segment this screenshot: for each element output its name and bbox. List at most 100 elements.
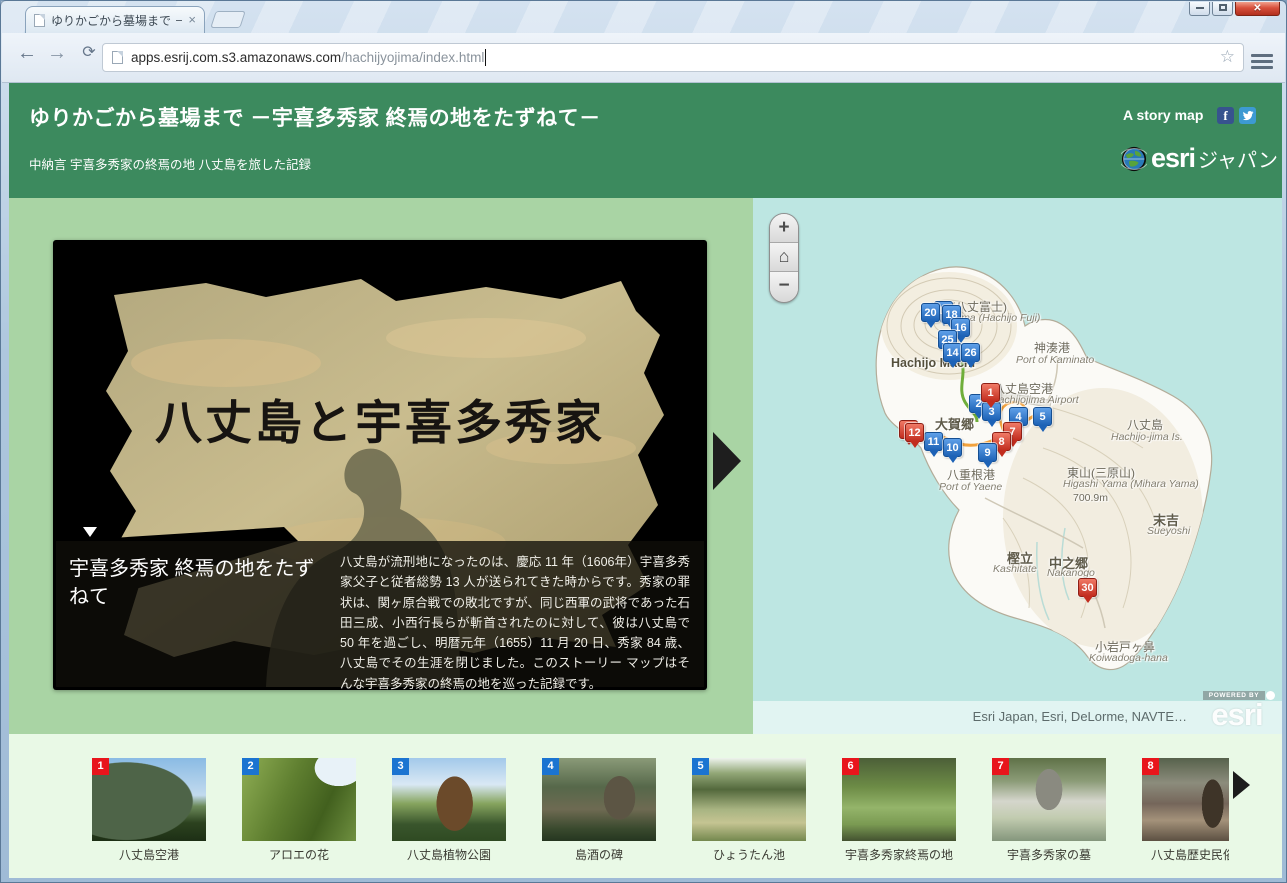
map-marker-12[interactable]: 12 [905, 423, 924, 442]
thumbnail-badge-8: 8 [1142, 758, 1159, 775]
browser-toolbar: ← → ⟳ apps.esrij.com.s3.amazonaws.com/ha… [2, 33, 1285, 83]
thumbnail-caption-7: 宇喜多秀家の墓 [992, 846, 1106, 863]
map-label-en-7: Higashi Yama (Mihara Yama) [1063, 478, 1199, 490]
thumbnail-photo-3[interactable]: 3 [392, 758, 506, 841]
map-marker-5[interactable]: 5 [1033, 407, 1052, 426]
map-marker-30[interactable]: 30 [1078, 578, 1097, 597]
maximize-icon [1219, 4, 1227, 11]
thumbnail-strip: 1 八丈島空港 2 アロエの花 3 八丈島植物公園 4島酒の碑 5 ひょうたん池 6 宇喜多秀家終焉… [9, 734, 1229, 878]
map-label-en-9: Kashitate [993, 563, 1037, 575]
story-slide-frame: 八丈島と宇喜多秀家 宇喜多秀家 終焉の地をたずねて 八丈島が流刑地になったのは、… [53, 240, 707, 690]
caption-title: 宇喜多秀家 終焉の地をたずねて [69, 555, 331, 611]
thumbnail-item-8[interactable]: 8八丈島歴史民俗資 [1142, 758, 1229, 863]
url-domain: apps.esrij.com.s3.amazonaws.com [131, 50, 341, 65]
minimize-button[interactable] [1189, 2, 1210, 16]
map-marker-26[interactable]: 26 [961, 343, 980, 362]
page-title: ゆりかごから墓場まで －宇喜多秀家 終焉の地をたずねて－ [29, 102, 601, 132]
powered-by-esri-logo: POWERED BY esri [1197, 691, 1277, 733]
thumbnail-badge-5: 5 [692, 758, 709, 775]
thumbnail-badge-7: 7 [992, 758, 1009, 775]
thumbnail-badge-1: 1 [92, 758, 109, 775]
thumbnail-item-1[interactable]: 1 八丈島空港 [92, 758, 206, 863]
map-attribution-text: Esri Japan, Esri, DeLorme, NAVTE… [973, 709, 1187, 724]
home-extent-button[interactable]: ⌂ [770, 243, 798, 272]
thumbnail-item-2[interactable]: 2 アロエの花 [242, 758, 356, 863]
minimize-icon [1196, 7, 1204, 9]
thumbnail-badge-4: 4 [542, 758, 559, 775]
thumbnail-carousel: 1 八丈島空港 2 アロエの花 3 八丈島植物公園 4島酒の碑 5 ひょうたん池 6 宇喜多秀家終焉… [9, 734, 1282, 878]
caption-toggle-icon[interactable] [83, 527, 97, 537]
thumbnail-photo-4[interactable]: 4 [542, 758, 656, 841]
text-caret [485, 49, 486, 66]
close-icon: ✕ [1253, 3, 1261, 14]
thumbnail-photo-8[interactable]: 8 [1142, 758, 1229, 841]
web-page: ゆりかごから墓場まで －宇喜多秀家 終焉の地をたずねて－ 中納言 宇喜多秀家の終… [9, 83, 1282, 878]
url-page-icon [112, 51, 123, 64]
map-label-en-11: Koiwadoga-hana [1089, 652, 1168, 664]
map-label-sub-7: 700.9m [1073, 492, 1108, 504]
twitter-share-button[interactable] [1239, 107, 1256, 124]
facebook-icon: f [1223, 108, 1227, 123]
thumbnail-caption-6: 宇喜多秀家終焉の地 [842, 846, 956, 863]
main-area: 八丈島と宇喜多秀家 宇喜多秀家 終焉の地をたずねて 八丈島が流刑地になったのは、… [9, 198, 1282, 734]
page-subtitle: 中納言 宇喜多秀家の終焉の地 八丈島を旅した記録 [29, 154, 311, 173]
reload-button[interactable]: ⟳ [76, 42, 102, 62]
tab-title: ゆりかごから墓場まで － [51, 12, 182, 29]
back-button[interactable]: ← [14, 42, 40, 65]
thumbnail-item-4[interactable]: 4島酒の碑 [542, 758, 656, 863]
browser-window: ✕ ゆりかごから墓場まで － × ← → ⟳ apps.esrij.com.s3… [0, 0, 1287, 883]
map-marker-11[interactable]: 11 [924, 432, 943, 451]
thumbnail-item-6[interactable]: 6 宇喜多秀家終焉の地 [842, 758, 956, 863]
thumbnail-caption-2: アロエの花 [242, 846, 356, 863]
carousel-next-arrow[interactable] [1233, 771, 1250, 799]
thumbnail-item-3[interactable]: 3 八丈島植物公園 [392, 758, 506, 863]
map-label-en-6: Hachijo-jima Is. [1111, 431, 1183, 443]
forward-button[interactable]: → [44, 42, 70, 65]
browser-tab[interactable]: ゆりかごから墓場まで － × [25, 6, 205, 33]
next-slide-arrow[interactable] [713, 432, 741, 490]
thumbnail-item-5[interactable]: 5 ひょうたん池 [692, 758, 806, 863]
story-panel: 八丈島と宇喜多秀家 宇喜多秀家 終焉の地をたずねて 八丈島が流刑地になったのは、… [9, 198, 753, 734]
map-marker-9[interactable]: 9 [978, 443, 997, 462]
thumbnail-caption-3: 八丈島植物公園 [392, 846, 506, 863]
bookmark-star-icon[interactable]: ☆ [1220, 47, 1235, 67]
new-tab-button[interactable] [210, 11, 246, 28]
thumbnail-badge-2: 2 [242, 758, 259, 775]
thumbnail-photo-5[interactable]: 5 [692, 758, 806, 841]
esri-logo-text: esri [1197, 697, 1277, 733]
map-label-jp-4: 大賀郷 [935, 414, 974, 433]
story-map-label[interactable]: A story map [1123, 107, 1203, 123]
slide-title: 八丈島と宇喜多秀家 [155, 396, 605, 451]
thumbnail-caption-5: ひょうたん池 [692, 846, 806, 863]
thumbnail-badge-3: 3 [392, 758, 409, 775]
close-window-button[interactable]: ✕ [1235, 2, 1280, 16]
caption-overlay: 宇喜多秀家 終焉の地をたずねて 八丈島が流刑地になったのは、慶応 11 年（16… [56, 541, 704, 687]
zoom-out-button[interactable]: − [770, 272, 798, 301]
map-marker-14[interactable]: 14 [943, 343, 962, 362]
map-zoom-control: + ⌂ − [769, 213, 799, 303]
map-label-en-8: Sueyoshi [1147, 525, 1190, 537]
caption-text: 八丈島が流刑地になったのは、慶応 11 年（1606年）宇喜多秀家父子と従者総勢… [340, 552, 690, 694]
map-marker-10[interactable]: 10 [943, 438, 962, 457]
basemap [753, 198, 1282, 734]
thumbnail-photo-7[interactable]: 7 [992, 758, 1106, 841]
facebook-share-button[interactable]: f [1217, 107, 1234, 124]
thumbnail-photo-1[interactable]: 1 [92, 758, 206, 841]
address-bar[interactable]: apps.esrij.com.s3.amazonaws.com/hachijyo… [102, 43, 1244, 72]
esri-japan-suffix: ジャパン [1198, 144, 1278, 173]
map-panel[interactable]: (八丈富士)Yama (Hachijo Fuji)神湊港Port of Kami… [753, 198, 1282, 734]
maximize-button[interactable] [1212, 2, 1233, 16]
esri-wordmark: esri [1151, 143, 1195, 174]
page-icon [34, 14, 45, 27]
esri-globe-icon [1121, 146, 1147, 172]
thumbnail-item-7[interactable]: 7 宇喜多秀家の墓 [992, 758, 1106, 863]
map-marker-1[interactable]: 1 [981, 383, 1000, 402]
thumbnail-photo-2[interactable]: 2 [242, 758, 356, 841]
tab-close-icon[interactable]: × [188, 14, 196, 26]
thumbnail-caption-1: 八丈島空港 [92, 846, 206, 863]
zoom-in-button[interactable]: + [770, 214, 798, 243]
thumbnail-photo-6[interactable]: 6 [842, 758, 956, 841]
chrome-menu-button[interactable] [1251, 54, 1273, 70]
map-marker-20[interactable]: 20 [921, 303, 940, 322]
map-label-en-1: Port of Kaminato [1016, 354, 1094, 366]
